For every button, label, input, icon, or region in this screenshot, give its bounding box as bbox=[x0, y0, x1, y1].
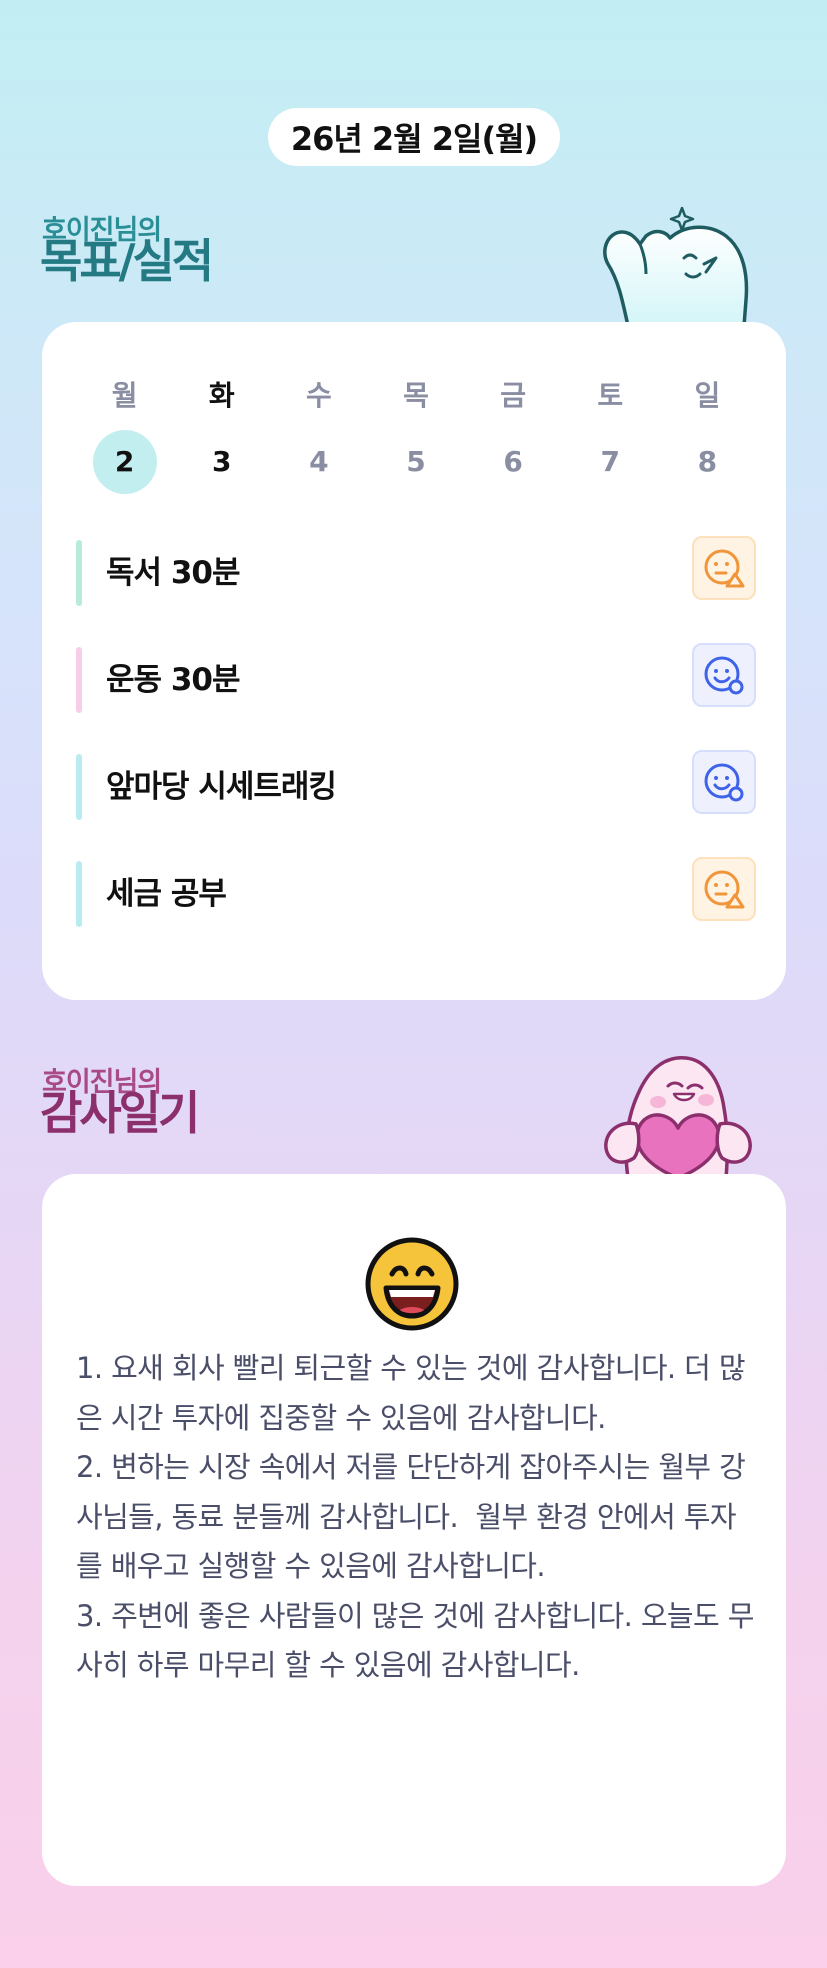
date-cell[interactable]: 5 bbox=[367, 430, 464, 494]
weekday-sun: 일 bbox=[694, 379, 721, 412]
smile-face-circle-icon[interactable] bbox=[692, 750, 756, 814]
goal-color-bar bbox=[76, 540, 82, 606]
goal-card: 월 화 수 목 금 토 일 2 3 4 5 6 7 8 독서 30분 운동 30… bbox=[42, 322, 786, 1000]
heart-mascot-icon bbox=[604, 1056, 752, 1178]
goal-color-bar bbox=[76, 647, 82, 713]
goal-label: 운동 30분 bbox=[106, 662, 240, 698]
date-row: 2 3 4 5 6 7 8 bbox=[76, 430, 756, 494]
diary-text: 1. 요새 회사 빨리 퇴근할 수 있는 것에 감사합니다. 더 많은 시간 투… bbox=[76, 1351, 754, 1682]
goal-label: 세금 공부 bbox=[106, 876, 227, 912]
date-cell[interactable]: 4 bbox=[270, 430, 367, 494]
diary-title: 감사일기 bbox=[40, 1086, 200, 1140]
weekday-tue: 화 bbox=[208, 379, 235, 412]
date-label: 26년 2월 2일(월) bbox=[290, 120, 538, 158]
cheering-mascot-icon bbox=[603, 206, 749, 326]
goal-color-bar bbox=[76, 754, 82, 820]
goal-item[interactable]: 앞마당 시세트래킹 bbox=[76, 750, 756, 820]
date-cell[interactable]: 3 bbox=[173, 430, 270, 494]
weekday-wed: 수 bbox=[305, 379, 332, 412]
weekday-thu: 목 bbox=[403, 379, 429, 412]
goal-color-bar bbox=[76, 861, 82, 927]
neutral-face-triangle-icon[interactable] bbox=[692, 536, 756, 600]
date-cell[interactable]: 8 bbox=[659, 430, 756, 494]
goal-item[interactable]: 세금 공부 bbox=[76, 857, 756, 927]
date-cell-selected[interactable]: 2 bbox=[76, 430, 173, 494]
date-cell[interactable]: 6 bbox=[465, 430, 562, 494]
weekday-sat: 토 bbox=[597, 379, 624, 412]
date-pill[interactable]: 26년 2월 2일(월) bbox=[268, 108, 560, 166]
diary-card: 1. 요새 회사 빨리 퇴근할 수 있는 것에 감사합니다. 더 많은 시간 투… bbox=[42, 1174, 786, 1886]
weekday-mon: 월 bbox=[111, 379, 138, 412]
goal-item[interactable]: 운동 30분 bbox=[76, 643, 756, 713]
grinning-face-icon bbox=[365, 1237, 459, 1331]
goals-title: 목표/실적 bbox=[40, 234, 214, 288]
goal-label: 앞마당 시세트래킹 bbox=[106, 769, 337, 805]
goal-label: 독서 30분 bbox=[106, 555, 240, 591]
smile-face-circle-icon[interactable] bbox=[692, 643, 756, 707]
weekday-header: 월 화 수 목 금 토 일 bbox=[76, 374, 756, 414]
goal-item[interactable]: 독서 30분 bbox=[76, 536, 756, 606]
date-cell[interactable]: 7 bbox=[562, 430, 659, 494]
weekday-fri: 금 bbox=[500, 379, 527, 412]
neutral-face-triangle-icon[interactable] bbox=[692, 857, 756, 921]
